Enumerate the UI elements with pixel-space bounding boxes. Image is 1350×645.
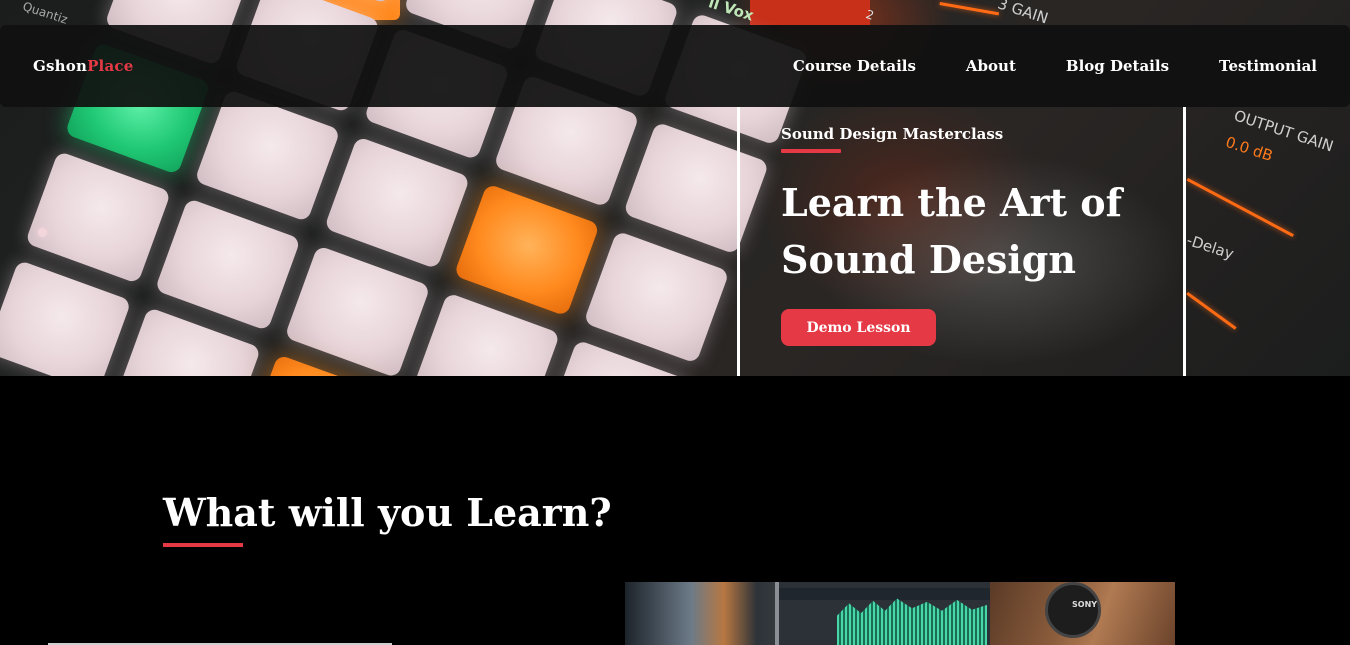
hero-title-line2: Sound Design — [781, 237, 1077, 282]
demo-lesson-button[interactable]: Demo Lesson — [781, 309, 936, 346]
pad — [622, 121, 770, 255]
pad — [583, 230, 730, 364]
meter-line — [1186, 178, 1294, 237]
hardware-label-gain: 3 GAIN — [995, 0, 1051, 28]
pad — [323, 136, 471, 270]
hero-content: Sound Design Masterclass Learn the Art o… — [781, 125, 1181, 346]
hero-title-line1: Learn the Art of — [781, 180, 1122, 225]
brand-logo[interactable]: GshonPlace — [33, 57, 133, 75]
nav-links: Course Details About Blog Details Testim… — [793, 57, 1317, 75]
pad — [194, 88, 341, 223]
brand-name-second: Place — [87, 57, 134, 75]
meter-line — [1186, 292, 1237, 330]
page: Quantiz ll Vox 2 3 GAIN OUTPUT GAIN 0.0 … — [0, 0, 1350, 645]
studio-photo: SONY — [625, 582, 1175, 645]
hero-divider-right — [1183, 107, 1186, 376]
pad — [24, 150, 172, 284]
nav-about[interactable]: About — [966, 57, 1016, 75]
eyebrow-underline — [781, 149, 841, 153]
hardware-label-delay: -Delay — [1184, 230, 1237, 264]
hero-title: Learn the Art of Sound Design — [781, 174, 1181, 288]
brand-name-first: Gshon — [33, 57, 88, 75]
pad — [284, 245, 431, 376]
nav-testimonial[interactable]: Testimonial — [1219, 57, 1317, 75]
daw-toolbar-decoration — [779, 588, 990, 600]
learn-title-underline — [163, 543, 243, 547]
hero-eyebrow: Sound Design Masterclass — [781, 125, 1004, 143]
pad-orange — [453, 183, 600, 317]
navbar: GshonPlace Course Details About Blog Det… — [0, 25, 1350, 107]
learn-section-title: What will you Learn? — [163, 490, 612, 535]
nav-blog-details[interactable]: Blog Details — [1066, 57, 1169, 75]
headphone-brand-label: SONY — [1072, 600, 1098, 609]
meter-line — [939, 2, 1000, 16]
nav-course-details[interactable]: Course Details — [793, 57, 916, 75]
indicator-dot — [38, 228, 47, 237]
hero-divider-left — [737, 107, 740, 376]
mixer-red-strip — [750, 0, 870, 25]
headphone-icon — [1045, 582, 1101, 638]
pad — [154, 197, 301, 332]
hardware-label-output-value: 0.0 dB — [1223, 132, 1276, 166]
pad — [0, 259, 132, 376]
hardware-label-quantize: Quantiz — [20, 0, 70, 27]
